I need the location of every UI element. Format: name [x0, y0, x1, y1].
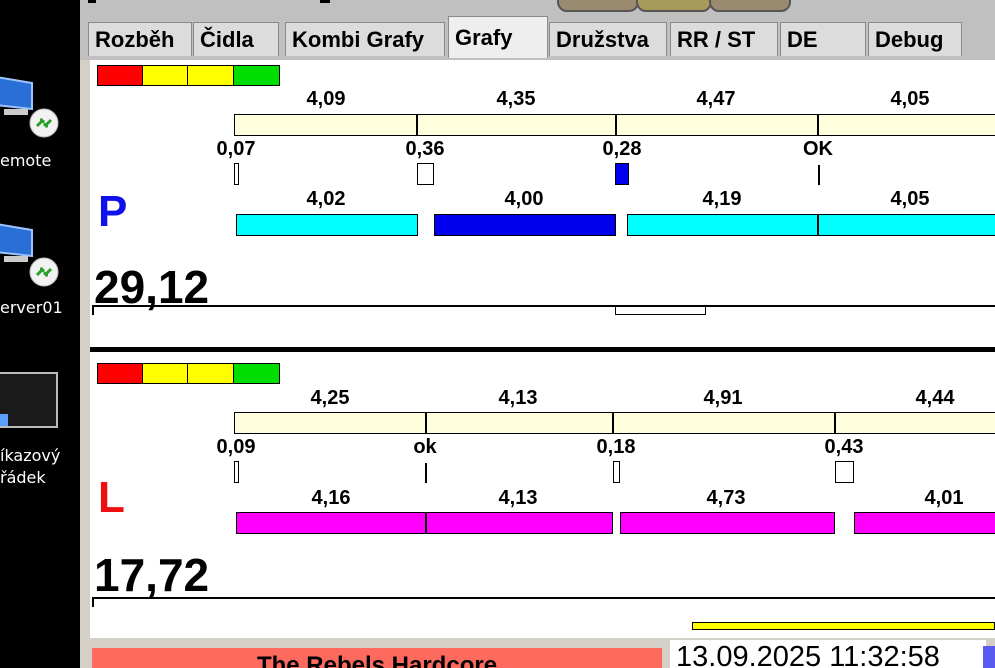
p-bottom-value: 4,05: [890, 188, 930, 210]
l-diff-marker: [613, 461, 620, 483]
l-diff-value: 0,09: [216, 436, 256, 458]
l-split-divider: [612, 412, 614, 434]
tab-druzstva[interactable]: Družstva: [549, 22, 667, 56]
p-top-value: 4,47: [696, 88, 736, 110]
p-diff-value: OK: [803, 138, 833, 160]
desktop-strip: emote erver01 íkazový řádek: [0, 0, 80, 668]
p-diff-marker: [417, 163, 434, 185]
status-cell-yellow: [142, 65, 188, 86]
tab-strip: Rozběh Čidla Kombi Grafy Grafy Družstva …: [80, 0, 995, 60]
p-split-divider: [416, 114, 418, 136]
l-scale-line: [92, 597, 995, 599]
l-total: 17,72: [94, 549, 210, 601]
status-cell-green: [233, 65, 280, 86]
app-window: Rozběh Čidla Kombi Grafy Grafy Družstva …: [80, 0, 995, 668]
l-diff-tick: [425, 463, 427, 483]
tab-cidla[interactable]: Čidla: [193, 22, 279, 56]
status-cell-green: [233, 363, 280, 384]
lane-letter-l: L: [98, 473, 125, 522]
lane-l-panel: [90, 352, 995, 638]
p-top-value: 4,35: [496, 88, 536, 110]
desktop-shortcut-label-line2: řádek: [0, 468, 46, 487]
p-bottom-value: 4,19: [702, 188, 742, 210]
p-scale-line: [92, 305, 995, 307]
p-time-bar-divider: [817, 214, 819, 236]
l-diff-marker: [234, 461, 239, 483]
p-total: 29,12: [94, 261, 210, 313]
l-scale-tick: [92, 597, 94, 607]
l-diff-value: 0,18: [596, 436, 636, 458]
p-split-divider: [615, 114, 617, 136]
toolbar-button[interactable]: [709, 0, 791, 12]
status-cell-red: [97, 363, 143, 384]
l-progress-bar: [692, 622, 995, 630]
title-fragment: [88, 0, 96, 3]
tab-grafy[interactable]: Grafy: [448, 16, 548, 58]
team-name: The Rebels Hardcore: [92, 648, 662, 668]
l-split-divider: [834, 412, 836, 434]
l-time-bar: [620, 512, 835, 534]
l-diff-marker: [835, 461, 854, 483]
status-cell-yellow: [187, 65, 234, 86]
tab-rr-st[interactable]: RR / ST: [670, 22, 778, 56]
p-diff-marker: [234, 163, 239, 185]
status-cell-red: [97, 65, 143, 86]
p-top-value: 4,09: [306, 88, 346, 110]
p-position-marker: [615, 306, 706, 315]
tab-debug[interactable]: Debug: [868, 22, 962, 56]
p-diff-value: 0,28: [602, 138, 642, 160]
l-time-bar-divider: [425, 512, 427, 534]
p-diff-value: 0,36: [405, 138, 445, 160]
toolbar-button[interactable]: [557, 0, 639, 12]
remote-arrow-badge-icon: [29, 108, 59, 138]
datetime-display: 13.09.2025 11:32:58: [670, 640, 986, 668]
desktop-shortcut-remote[interactable]: emote: [0, 75, 80, 175]
status-cell-yellow: [187, 363, 234, 384]
p-top-value: 4,05: [890, 88, 930, 110]
l-split-bar: [234, 412, 995, 434]
l-bottom-value: 4,01: [924, 487, 964, 509]
remote-arrow-badge-icon: [29, 257, 59, 287]
l-top-value: 4,91: [703, 387, 743, 409]
tab-de[interactable]: DE: [780, 22, 866, 56]
l-top-value: 4,44: [915, 387, 955, 409]
lane-letter-p: P: [98, 187, 128, 236]
tab-rozbeh[interactable]: Rozběh: [88, 22, 192, 56]
desktop-shortcut-label: emote: [0, 151, 52, 170]
l-diff-value: 0,43: [824, 436, 864, 458]
p-split-divider: [817, 114, 819, 136]
desktop-shortcut-cmd[interactable]: íkazový řádek: [0, 372, 80, 492]
title-fragment: [320, 0, 330, 3]
l-bottom-value: 4,13: [498, 487, 538, 509]
p-time-bar: [434, 214, 616, 236]
p-scale-tick: [92, 305, 94, 315]
desktop-shortcut-label: íkazový: [0, 446, 61, 465]
p-time-bar: [236, 214, 418, 236]
p-bottom-value: 4,00: [504, 188, 544, 210]
p-bottom-value: 4,02: [306, 188, 346, 210]
toolbar-button[interactable]: [636, 0, 712, 12]
l-split-divider: [425, 412, 427, 434]
l-top-value: 4,25: [310, 387, 350, 409]
status-cell-yellow: [142, 363, 188, 384]
l-bottom-value: 4,16: [311, 487, 351, 509]
l-bottom-value: 4,73: [706, 487, 746, 509]
p-diff-marker: [615, 163, 629, 185]
tab-kombi-grafy[interactable]: Kombi Grafy: [285, 22, 445, 56]
footer-indicator: [983, 646, 995, 668]
desktop-shortcut-label: erver01: [0, 298, 63, 317]
p-time-bar: [627, 214, 995, 236]
desktop-shortcut-server[interactable]: erver01: [0, 222, 80, 322]
command-prompt-icon: [0, 372, 58, 428]
p-diff-value: 0,07: [216, 138, 256, 160]
p-diff-tick: [818, 165, 820, 185]
l-diff-value: ok: [413, 436, 437, 458]
l-time-bar: [854, 512, 995, 534]
l-top-value: 4,13: [498, 387, 538, 409]
